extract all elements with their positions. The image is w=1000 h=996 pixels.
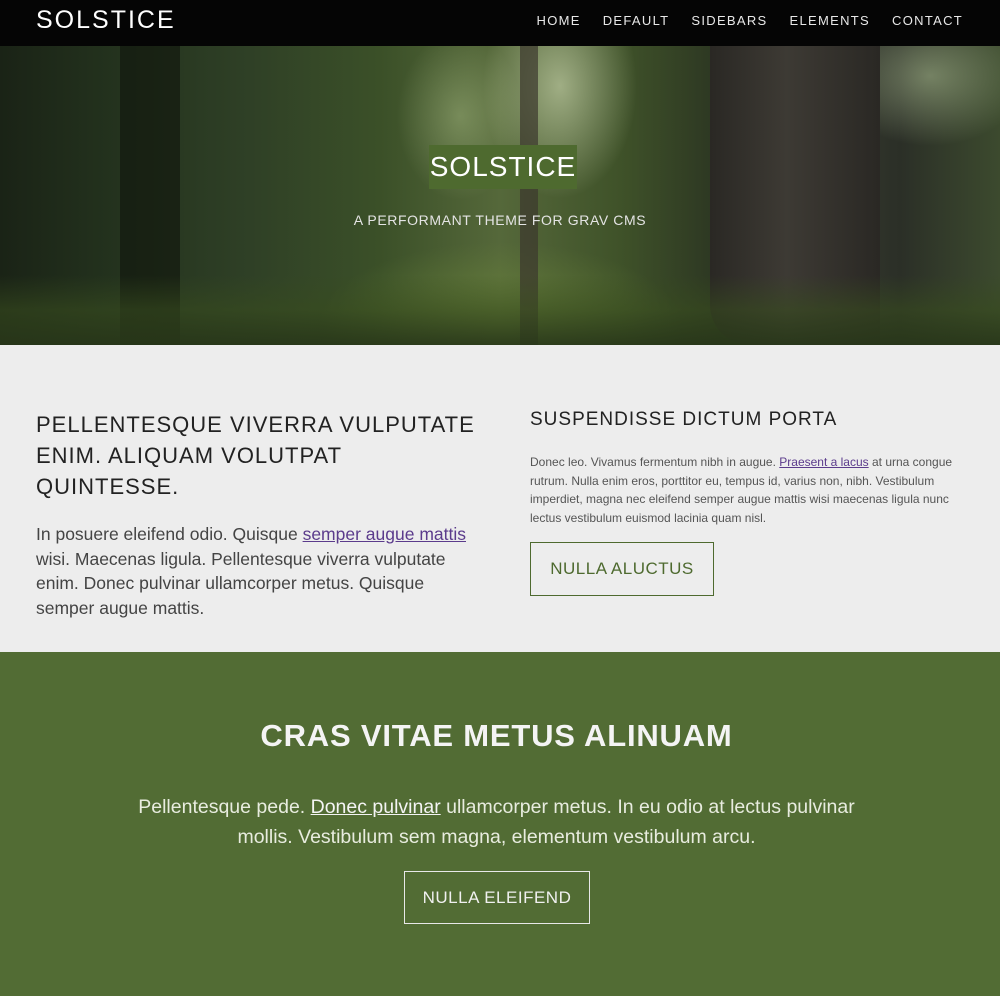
cta-heading: CRAS VITAE METUS ALINUAM [260, 718, 733, 753]
brand-logo-link[interactable]: SOLSTICE [36, 6, 176, 35]
green-cta-section: CRAS VITAE METUS ALINUAM Pellentesque pe… [0, 652, 1000, 996]
right-heading: SUSPENDISSE DICTUM PORTA [530, 409, 838, 430]
left-text-after: wisi. Maecenas ligula. Pellentesque vive… [36, 548, 446, 618]
nav-home[interactable]: HOME [537, 13, 581, 28]
left-inline-link[interactable]: semper augue mattis [303, 524, 466, 544]
right-paragraph: Donec leo. Vivamus fermentum nibh in aug… [530, 453, 975, 528]
two-column-section: PELLENTESQUE VIVERRA VULPUTATE ENIM. ALI… [0, 345, 1000, 652]
hero-banner: SOLSTICE A PERFORMANT THEME FOR GRAV CMS [0, 46, 1000, 345]
nulla-aluctus-button[interactable]: NULLA ALUCTUS [530, 541, 714, 596]
cta-paragraph: Pellentesque pede. Donec pulvinar ullamc… [110, 792, 883, 852]
hero-subtitle: A PERFORMANT THEME FOR GRAV CMS [353, 212, 647, 228]
nav-elements[interactable]: ELEMENTS [790, 13, 870, 28]
left-text-before: In posuere eleifend odio. Quisque [36, 524, 303, 544]
nulla-eleifend-button[interactable]: NULLA ELEIFEND [404, 871, 590, 924]
main-nav: HOME DEFAULT SIDEBARS ELEMENTS CONTACT [537, 13, 963, 28]
left-column: PELLENTESQUE VIVERRA VULPUTATE ENIM. ALI… [36, 409, 486, 620]
nav-default[interactable]: DEFAULT [603, 13, 670, 28]
hero-grass [0, 275, 1000, 345]
left-heading: PELLENTESQUE VIVERRA VULPUTATE ENIM. ALI… [36, 412, 475, 499]
top-navbar: SOLSTICE HOME DEFAULT SIDEBARS ELEMENTS … [0, 0, 1000, 46]
right-inline-link[interactable]: Praesent a lacus [779, 455, 868, 469]
cta-text-before: Pellentesque pede. [138, 796, 311, 818]
nav-sidebars[interactable]: SIDEBARS [691, 13, 767, 28]
cta-inline-link[interactable]: Donec pulvinar [311, 796, 441, 818]
nav-contact[interactable]: CONTACT [892, 13, 963, 28]
left-paragraph: In posuere eleifend odio. Quisque semper… [36, 522, 486, 620]
right-text-before: Donec leo. Vivamus fermentum nibh in aug… [530, 455, 780, 469]
right-column: SUSPENDISSE DICTUM PORTA Donec leo. Viva… [530, 409, 975, 596]
hero-title: SOLSTICE [429, 145, 577, 189]
